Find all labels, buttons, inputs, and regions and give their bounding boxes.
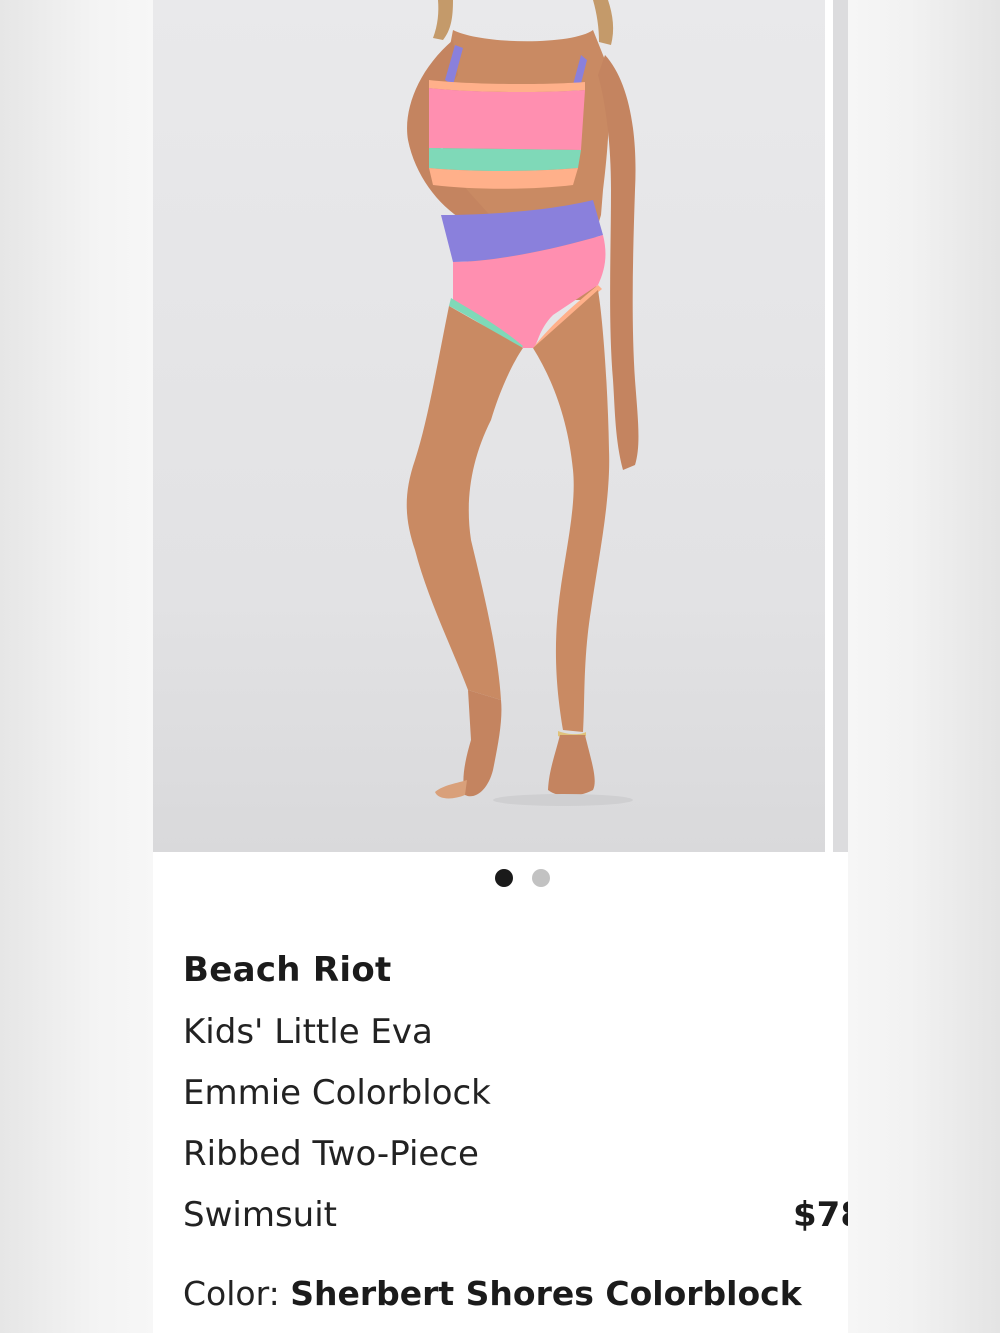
product-title-line[interactable]: Ribbed Two-Piece — [183, 1134, 479, 1174]
image-separator — [825, 0, 833, 852]
product-title-line[interactable]: Emmie Colorblock — [183, 1073, 491, 1113]
carousel-dot-2[interactable] — [532, 869, 550, 887]
background-left — [0, 0, 153, 1333]
next-image-peek[interactable] — [833, 0, 848, 852]
color-selection: Color: Sherbert Shores Colorblock — [183, 1274, 802, 1313]
product-price: $78 — [793, 1195, 848, 1235]
model-illustration — [406, 0, 639, 806]
product-title-line[interactable]: Swimsuit — [183, 1195, 337, 1235]
product-title-line[interactable]: Kids' Little Eva — [183, 1012, 433, 1052]
product-image[interactable] — [153, 0, 825, 852]
color-value: Sherbert Shores Colorblock — [290, 1274, 802, 1313]
color-label: Color: — [183, 1274, 280, 1313]
product-card[interactable]: Beach Riot Kids' Little Eva Emmie Colorb… — [153, 0, 848, 1333]
carousel-dot-1[interactable] — [495, 869, 513, 887]
carousel-indicator — [153, 868, 848, 888]
brand-name[interactable]: Beach Riot — [183, 950, 392, 990]
background-right — [848, 0, 1000, 1333]
